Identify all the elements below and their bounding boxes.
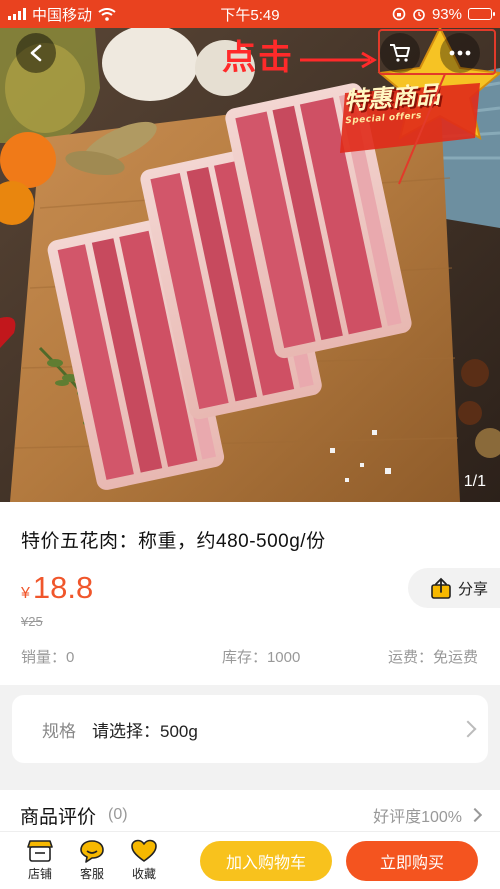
- price-value: 18.8: [32, 570, 94, 605]
- price-currency: ¥: [21, 585, 30, 602]
- spec-section: 规格 请选择：500g: [0, 685, 500, 771]
- share-button[interactable]: 分享: [408, 568, 500, 608]
- annotation-text: 点击: [222, 38, 294, 78]
- status-time: 下午5:49: [220, 6, 280, 24]
- service-tab[interactable]: 客服: [66, 839, 118, 882]
- favorite-label: 收藏: [131, 867, 156, 881]
- carrier-name: 中国移动: [32, 6, 93, 24]
- share-label: 分享: [458, 580, 489, 598]
- price: ¥ 18.8: [21, 570, 93, 606]
- favorite-tab[interactable]: 收藏: [118, 839, 170, 882]
- signal-icon: [8, 8, 26, 20]
- heart-icon: [131, 839, 157, 862]
- reviews-count: (0): [108, 806, 128, 823]
- annotation-highlight-box: [378, 29, 496, 75]
- status-bar: 中国移动 下午5:49 93%: [0, 0, 500, 28]
- bottom-action-bar: 店铺 客服 收藏 加入购物车 立即购买: [0, 831, 500, 889]
- original-price: ¥25: [21, 614, 43, 629]
- back-button[interactable]: [16, 33, 56, 73]
- alarm-icon: [413, 9, 425, 21]
- annotation-arrow-icon: [300, 51, 377, 69]
- chat-bubble-icon: [80, 840, 104, 863]
- store-icon: [27, 840, 53, 862]
- spec-selector[interactable]: 规格 请选择：500g: [12, 695, 488, 763]
- lock-rotation-icon: [392, 7, 406, 21]
- buy-now-button[interactable]: 立即购买: [346, 840, 478, 881]
- reviews-title: 商品评价: [20, 806, 97, 828]
- annotation-pointer-line: [398, 73, 446, 185]
- product-meta-row: 销量：0 库存：1000 运费：免运费: [21, 646, 478, 667]
- chevron-right-icon: [467, 807, 483, 823]
- battery-icon: [468, 8, 495, 20]
- spec-label: 规格: [42, 721, 76, 741]
- spec-value: 请选择：500g: [92, 721, 198, 741]
- product-title: 特价五花肉：称重，约480-500g/份: [21, 531, 326, 552]
- wifi-icon: [98, 7, 116, 21]
- positive-rate: 好评度100%: [373, 809, 462, 826]
- store-label: 店铺: [27, 867, 52, 881]
- chevron-left-icon: [30, 44, 42, 62]
- chevron-right-icon: [459, 720, 477, 738]
- product-info-card: 特价五花肉：称重，约480-500g/份 ¥ 18.8 ¥25 分享 销量：0 …: [0, 502, 500, 685]
- battery-percent: 93%: [431, 5, 462, 23]
- product-detail-screen: 中国移动 下午5:49 93% 1/1 特惠商品 Special offers …: [0, 0, 500, 889]
- service-label: 客服: [79, 867, 104, 881]
- sales-count: 销量：0: [21, 649, 75, 666]
- image-page-indicator: 1/1: [463, 473, 486, 490]
- add-to-cart-button[interactable]: 加入购物车: [200, 840, 332, 881]
- stock-count: 库存：1000: [221, 649, 301, 666]
- shipping-fee: 运费：免运费: [387, 649, 478, 666]
- store-tab[interactable]: 店铺: [14, 839, 66, 882]
- share-icon: [431, 577, 451, 599]
